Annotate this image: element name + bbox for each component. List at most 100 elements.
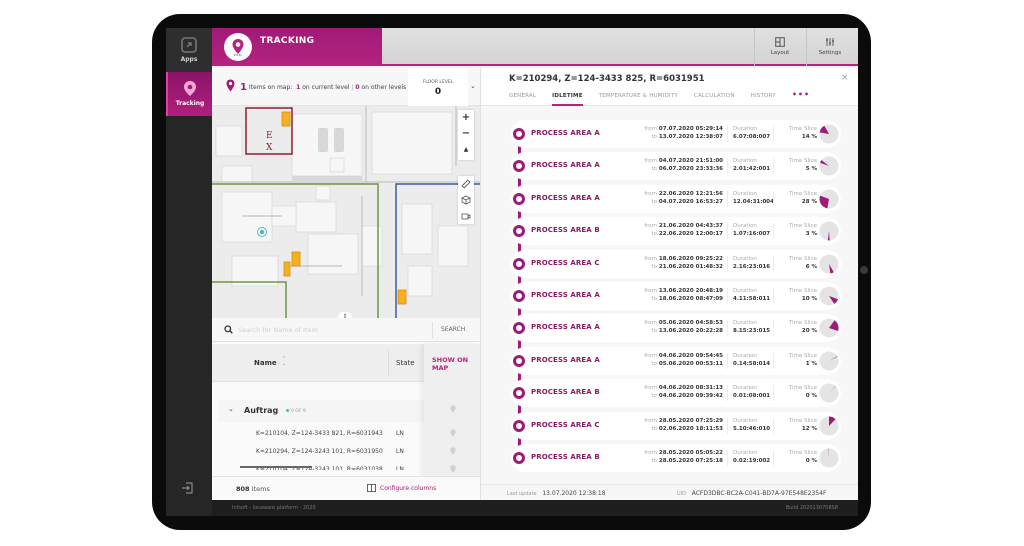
- show-on-map-pin-icon[interactable]: [450, 447, 456, 455]
- configure-columns-link[interactable]: Configure columns: [380, 485, 436, 492]
- from-label: from: [644, 126, 657, 132]
- chevron-down-icon[interactable]: ⌄: [228, 405, 234, 413]
- time-slice-pie-chart: [819, 286, 839, 306]
- logout-icon[interactable]: [180, 480, 196, 496]
- asset-marker: [397, 289, 407, 305]
- time-slice-value: 0 %: [805, 458, 817, 464]
- duration: Duration 6.07:08:007: [733, 125, 770, 141]
- from-value: 05.06.2020 04:58:53: [658, 320, 723, 327]
- time-slice-label: Time Slice: [788, 158, 817, 165]
- from-label: from: [644, 352, 657, 359]
- process-area-name: PROCESS AREA C: [531, 258, 600, 267]
- process-area-name: PROCESS AREA B: [531, 453, 600, 461]
- time-slice-pie-chart: [819, 351, 839, 371]
- show-on-map-pin-icon[interactable]: [450, 405, 456, 413]
- close-icon[interactable]: ×: [841, 73, 849, 83]
- show-on-map-pin-icon[interactable]: [450, 465, 456, 473]
- to-value: 28.05.2020 07:25:18: [658, 458, 723, 464]
- from-value: 22.06.2020 12:21:56: [658, 190, 723, 197]
- idletime-row[interactable]: PROCESS AREA A from 05.06.2020 04:58:53 to…: [511, 314, 841, 343]
- idletime-row[interactable]: PROCESS AREA A from 22.06.2020 12:21:56 to…: [511, 184, 841, 213]
- idletime-row[interactable]: PROCESS AREA B from 21.06.2020 04:43:37 to…: [511, 217, 841, 246]
- build-label: Build 2020130708S8: [785, 505, 838, 511]
- to-value: 13.07.2020 12:38:07: [658, 134, 723, 140]
- time-range: from 28.05.2020 07:25:29 to 02.06.2020 18…: [617, 417, 723, 433]
- app-header: TRACKING: [212, 28, 382, 66]
- floor-map[interactable]: E X + − ▲: [212, 106, 480, 318]
- time-slice-value: 6 %: [805, 263, 817, 270]
- zoom-in-button[interactable]: +: [458, 110, 474, 126]
- duration: Duration 2.01:42:001: [733, 157, 770, 173]
- idletime-row[interactable]: PROCESS AREA B from 28.05.2020 05:05:22 to…: [511, 444, 841, 472]
- map-info-bar: 1 Items on map: 1 on current level | 0 o…: [212, 68, 480, 106]
- info-separator: |: [351, 84, 354, 91]
- camera-button[interactable]: [458, 208, 474, 224]
- layout-button[interactable]: Layout: [762, 28, 798, 66]
- sort-icon[interactable]: ⌃ ⌄: [282, 357, 286, 367]
- to-value: 06.07.2020 23:33:36: [658, 166, 723, 173]
- idletime-row[interactable]: PROCESS AREA B from 04.06.2020 08:31:13 to…: [511, 379, 841, 408]
- column-header-name[interactable]: Name: [254, 359, 277, 367]
- nav-item-tracking[interactable]: Tracking: [166, 72, 212, 116]
- time-slice-pie-chart: [819, 416, 839, 436]
- header-divider: [754, 28, 755, 66]
- time-slice-label: Time Slice: [788, 450, 817, 456]
- time-range: from 21.06.2020 04:43:37 to 22.06.2020 12…: [617, 222, 723, 238]
- nav-item-apps[interactable]: Apps: [166, 28, 212, 72]
- horizontal-scrollbar[interactable]: [240, 466, 312, 468]
- time-slice: Time Slice 14 %: [777, 125, 817, 141]
- search-button[interactable]: SEARCH: [432, 322, 465, 338]
- idletime-row[interactable]: PROCESS AREA A from 13.06.2020 20:48:19 to…: [511, 282, 841, 310]
- timeline-node: [513, 128, 525, 140]
- from-value: 04.06.2020 08:31:13: [658, 385, 723, 392]
- timeline-node: [513, 419, 525, 432]
- header-toolbar: Layout Settings: [382, 28, 858, 66]
- idletime-row[interactable]: PROCESS AREA A from 04.06.2020 09:54:45 to…: [511, 346, 841, 375]
- tab-calculation[interactable]: CALCULATION: [694, 92, 735, 106]
- time-slice-value: 0 %: [805, 393, 817, 400]
- detail-header: K=210294, Z=124-3433 825, R=6031951 × GE…: [481, 68, 858, 106]
- chevron-down-icon[interactable]: ⌄: [470, 82, 476, 90]
- duration-value: 0.14:58:014: [733, 360, 771, 367]
- tab-temperature-humidity[interactable]: TEMPERATURE & HUMIDITY: [599, 92, 678, 106]
- time-slice-label: Time Slice: [788, 190, 817, 197]
- ruler-button[interactable]: [458, 176, 474, 192]
- duration-value: 0.02:19:002: [733, 458, 771, 464]
- more-tabs-button[interactable]: •••: [792, 91, 810, 106]
- to-label: to: [651, 393, 657, 400]
- idletime-row[interactable]: PROCESS AREA C from 18.06.2020 09:25:22 to…: [511, 249, 841, 278]
- idletime-row[interactable]: PROCESS AREA A from 07.07.2020 05:29:14 to…: [511, 120, 841, 148]
- column-header-state[interactable]: State: [396, 359, 415, 367]
- row-name: K=210294, Z=124-3243 101, R=6031950: [256, 448, 383, 455]
- timeline-node: [513, 354, 525, 367]
- duration: Duration 12.04:31:004: [733, 190, 774, 206]
- search-input[interactable]: [238, 322, 418, 338]
- process-area-name: PROCESS AREA A: [531, 161, 600, 170]
- tab-general[interactable]: GENERAL: [509, 92, 536, 106]
- group-count: 0 OF 9: [286, 409, 306, 414]
- from-label: from: [644, 450, 657, 456]
- tab-idletime[interactable]: IDLETIME: [552, 92, 583, 106]
- 3d-view-button[interactable]: [458, 192, 474, 208]
- duration-label: Duration: [733, 352, 757, 359]
- to-value: 13.06.2020 20:22:28: [658, 328, 723, 335]
- from-value: 28.05.2020 07:25:29: [658, 417, 723, 424]
- page-title: TRACKING: [260, 36, 315, 46]
- idletime-row[interactable]: PROCESS AREA C from 28.05.2020 07:25:29 to…: [511, 411, 841, 440]
- to-value: 04.07.2020 16:53:27: [658, 198, 723, 205]
- ruler-icon: [461, 179, 471, 189]
- zoom-out-button[interactable]: −: [458, 126, 474, 142]
- time-range: from 22.06.2020 12:21:56 to 04.07.2020 16…: [617, 190, 723, 206]
- time-slice-label: Time Slice: [788, 126, 817, 132]
- tab-history[interactable]: HISTORY: [751, 92, 776, 106]
- compass-button[interactable]: ▲: [458, 142, 474, 158]
- show-on-map-pin-icon[interactable]: [450, 429, 456, 437]
- time-slice-pie-chart: [819, 383, 839, 403]
- row-state: LN: [396, 430, 404, 437]
- uid: UID ACFD3DBC-BC2A-C041-BD7A-97E548E2354F: [677, 490, 826, 497]
- column-header-show-on-map[interactable]: SHOW ON MAP: [432, 356, 480, 372]
- idletime-row[interactable]: PROCESS AREA A from 04.07.2020 21:51:00 to…: [511, 152, 841, 181]
- duration-value: 1.07:16:007: [733, 231, 771, 238]
- settings-button[interactable]: Settings: [812, 28, 848, 66]
- floor-level-select[interactable]: FLOOR LEVEL 0: [408, 68, 468, 106]
